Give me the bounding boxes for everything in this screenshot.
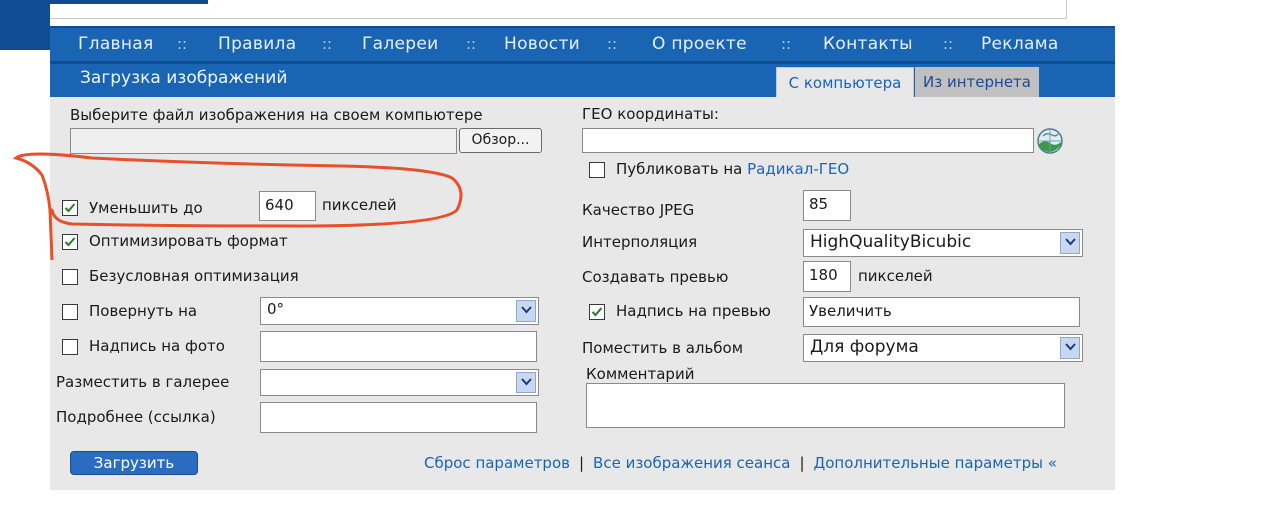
caption-checkbox[interactable] [62, 339, 78, 355]
preview-caption-label: Надпись на превью [616, 302, 771, 320]
nav-separator: :: [466, 35, 477, 53]
publish-geo-checkbox[interactable] [589, 162, 605, 178]
nav-item-news[interactable]: Новости [504, 34, 580, 54]
jpeg-quality-label: Качество JPEG [582, 201, 695, 219]
caption-input[interactable] [260, 331, 537, 362]
geo-input[interactable] [582, 128, 1034, 153]
tab-from-computer[interactable]: С компьютера [776, 67, 914, 98]
nav-item-galleries[interactable]: Галереи [362, 34, 439, 54]
nav-separator: :: [322, 35, 333, 53]
more-link-input[interactable] [260, 402, 537, 433]
main-nav: Главная :: Правила :: Галереи :: Новости… [50, 26, 1115, 61]
publish-geo-text: Публиковать на Радикал-ГЕО [616, 160, 849, 178]
gallery-label: Разместить в галерее [56, 373, 230, 391]
geo-label: ГЕО координаты: [582, 105, 719, 123]
upload-title: Загрузка изображений [80, 68, 288, 88]
left-blue-block [0, 0, 50, 50]
preview-size-input[interactable]: 180 [803, 261, 851, 292]
preview-size-label: Создавать превью [582, 268, 729, 286]
nav-separator: :: [781, 35, 792, 53]
nav-item-ads[interactable]: Реклама [981, 34, 1059, 54]
jpeg-quality-input[interactable]: 85 [803, 190, 851, 221]
comment-label: Комментарий [586, 365, 695, 383]
nav-item-home[interactable]: Главная [78, 34, 154, 54]
interpolation-select[interactable]: HighQualityBicubic [803, 229, 1083, 257]
album-label: Поместить в альбом [582, 339, 744, 357]
top-blue-strip [0, 0, 208, 4]
chevron-down-icon[interactable] [1060, 232, 1080, 254]
tab-from-internet[interactable]: Из интернета [915, 67, 1039, 97]
interpolation-select-value: HighQualityBicubic [810, 232, 972, 252]
nav-item-contacts[interactable]: Контакты [823, 34, 913, 54]
force-optimize-label: Безусловная оптимизация [89, 267, 299, 285]
reset-params-link[interactable]: Сброс параметров [424, 454, 570, 472]
rotate-select[interactable]: 0° [260, 297, 539, 325]
caption-label: Надпись на фото [89, 337, 225, 355]
checkmark-icon [591, 307, 603, 317]
chevron-down-icon[interactable] [516, 300, 536, 322]
globe-icon[interactable] [1035, 127, 1065, 155]
chevron-down-icon[interactable] [1060, 337, 1080, 359]
preview-caption-checkbox[interactable] [589, 304, 605, 320]
nav-item-about[interactable]: О проекте [652, 34, 747, 54]
nav-separator: :: [943, 35, 954, 53]
nav-separator: :: [607, 35, 618, 53]
nav-separator: :: [177, 35, 188, 53]
gallery-select[interactable] [260, 369, 539, 396]
more-link-label: Подробнее (ссылка) [56, 408, 216, 426]
album-select[interactable]: Для форума [803, 334, 1083, 362]
red-annotation-loop [12, 152, 463, 260]
album-select-value: Для форума [810, 337, 919, 357]
rotate-checkbox[interactable] [62, 304, 78, 320]
chevron-down-icon[interactable] [516, 372, 536, 393]
rotate-select-value: 0° [267, 300, 285, 318]
footer-links: Сброс параметров | Все изображения сеанса |… [424, 454, 1057, 472]
upload-button[interactable]: Загрузить [70, 451, 198, 475]
preview-size-unit: пикселей [858, 267, 933, 285]
link-separator: | [799, 454, 805, 472]
radikal-geo-link[interactable]: Радикал-ГЕО [747, 160, 849, 178]
rotate-label: Повернуть на [89, 302, 198, 320]
comment-textarea[interactable] [586, 383, 1065, 428]
extra-params-link[interactable]: Дополнительные параметры « [814, 454, 1057, 472]
file-label: Выберите файл изображения на своем компь… [70, 106, 483, 124]
session-images-link[interactable]: Все изображения сеанса [593, 454, 790, 472]
publish-geo-prefix: Публиковать на [616, 160, 743, 178]
force-optimize-checkbox[interactable] [62, 269, 78, 285]
link-separator: | [578, 454, 585, 472]
interpolation-label: Интерполяция [582, 233, 698, 251]
nav-item-rules[interactable]: Правила [218, 34, 296, 54]
preview-caption-input[interactable]: Увеличить [803, 297, 1080, 327]
